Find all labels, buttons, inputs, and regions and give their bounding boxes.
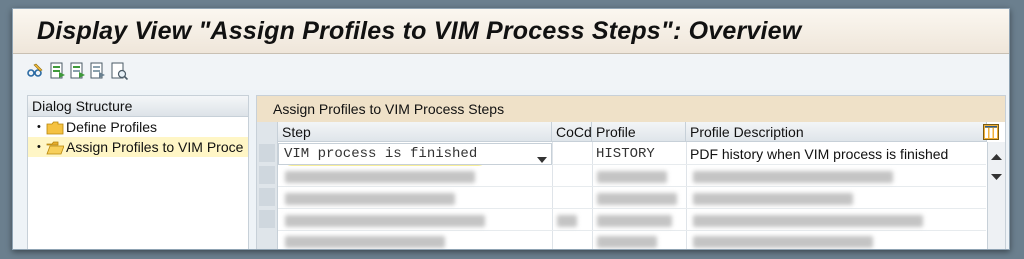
print-preview-icon[interactable] bbox=[111, 62, 129, 80]
step-value: VIM process is finished bbox=[284, 146, 478, 162]
redacted-text bbox=[693, 171, 893, 183]
vertical-scrollbar[interactable] bbox=[987, 142, 1005, 249]
tree-bullet-icon: • bbox=[37, 141, 41, 153]
redacted-text bbox=[285, 171, 475, 183]
row-selector[interactable] bbox=[259, 144, 275, 162]
tree-bullet-icon: • bbox=[37, 121, 41, 133]
row-selector[interactable] bbox=[259, 210, 275, 228]
tree-item-define-profiles[interactable]: • Define Profiles bbox=[28, 117, 248, 137]
tree-item-label: Define Profiles bbox=[66, 119, 158, 135]
redacted-text bbox=[597, 236, 657, 248]
glasses-pencil-icon[interactable] bbox=[26, 62, 43, 80]
sap-window: Display View "Assign Profiles to VIM Pro… bbox=[12, 8, 1010, 250]
table-title-text: Assign Profiles to VIM Process Steps bbox=[273, 101, 505, 117]
dialog-structure-panel: Dialog Structure • Define Profiles • Ass… bbox=[27, 95, 249, 249]
dropdown-arrow-icon[interactable] bbox=[537, 151, 547, 163]
column-header-profile-description[interactable]: Profile Description bbox=[686, 122, 987, 142]
redacted-text bbox=[285, 193, 455, 205]
column-header-profile[interactable]: Profile bbox=[592, 122, 686, 142]
window-title: Display View "Assign Profiles to VIM Pro… bbox=[37, 17, 802, 45]
column-settings-icon[interactable] bbox=[983, 124, 999, 140]
select-block-icon[interactable] bbox=[70, 62, 86, 80]
redacted-text bbox=[557, 215, 577, 227]
tree-item-assign-profiles[interactable]: • Assign Profiles to VIM Proce bbox=[28, 137, 248, 157]
row-selector-column bbox=[257, 122, 278, 249]
folder-icon bbox=[46, 120, 64, 135]
redacted-text bbox=[597, 193, 677, 205]
redacted-text bbox=[693, 215, 923, 227]
redacted-text bbox=[285, 236, 445, 248]
assign-profiles-table: Assign Profiles to VIM Process Steps Ste… bbox=[256, 95, 1006, 249]
redacted-text bbox=[693, 236, 873, 248]
scroll-up-icon[interactable] bbox=[991, 148, 1002, 160]
title-bar: Display View "Assign Profiles to VIM Pro… bbox=[13, 9, 1009, 54]
dialog-structure-title: Dialog Structure bbox=[28, 96, 248, 117]
redacted-text bbox=[597, 171, 667, 183]
profile-value[interactable]: HISTORY bbox=[592, 144, 686, 164]
table-title: Assign Profiles to VIM Process Steps bbox=[257, 96, 1005, 122]
row-selector[interactable] bbox=[259, 188, 275, 206]
select-all-icon[interactable] bbox=[50, 62, 66, 80]
row-selector[interactable] bbox=[259, 166, 275, 184]
scroll-down-icon[interactable] bbox=[991, 168, 1002, 180]
redacted-text bbox=[285, 215, 485, 227]
toolbar bbox=[13, 54, 1009, 90]
cocd-value[interactable] bbox=[552, 144, 592, 164]
redacted-text bbox=[693, 193, 853, 205]
deselect-all-icon[interactable] bbox=[90, 62, 106, 80]
open-folder-icon bbox=[46, 140, 65, 155]
tree-item-label: Assign Profiles to VIM Proce bbox=[66, 139, 244, 155]
column-header-cocd[interactable]: CoCd bbox=[552, 122, 592, 142]
profile-description-value[interactable]: PDF history when VIM process is finished bbox=[686, 144, 986, 164]
redacted-text bbox=[597, 215, 672, 227]
column-header-step[interactable]: Step bbox=[278, 122, 552, 142]
